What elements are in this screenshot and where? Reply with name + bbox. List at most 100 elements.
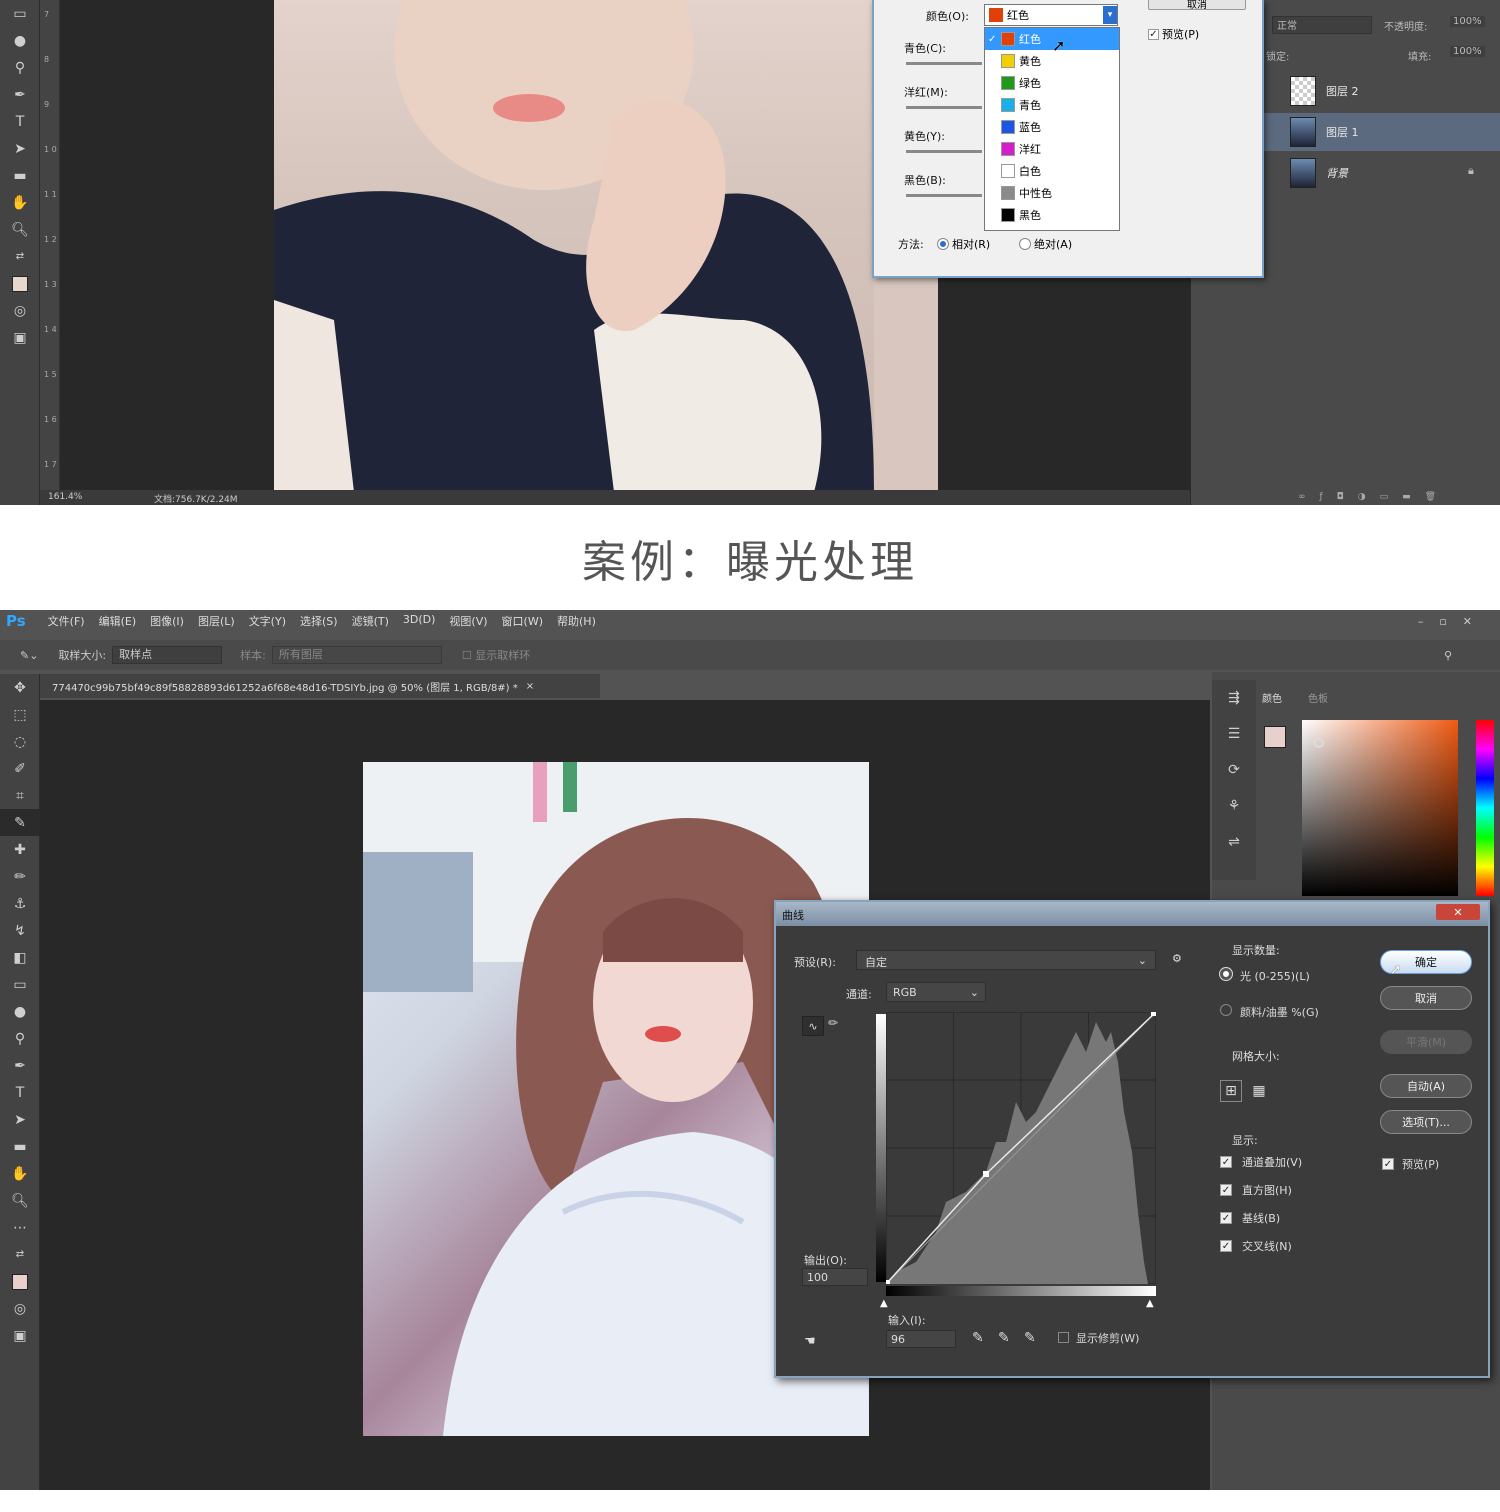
black-point-slider[interactable]: ▲ bbox=[880, 1298, 888, 1309]
foreground-color-swatch[interactable] bbox=[0, 270, 40, 297]
brush-tool-icon[interactable]: ✏ bbox=[0, 863, 40, 890]
blur-tool-icon[interactable]: ● bbox=[0, 27, 40, 54]
preset-select[interactable]: 自定 ⌄ bbox=[856, 950, 1156, 970]
eyedropper-tool-icon[interactable]: ✎ bbox=[0, 809, 40, 836]
black-slider[interactable] bbox=[906, 194, 982, 197]
search-icon[interactable]: ⚲ bbox=[1444, 649, 1452, 662]
channel-select[interactable]: RGB ⌄ bbox=[886, 982, 986, 1002]
gradient-tool-icon[interactable]: ▭ bbox=[0, 0, 40, 27]
menu-item[interactable]: 图像(I) bbox=[150, 613, 184, 629]
show-ring-checkbox[interactable]: ☐ 显示取样环 bbox=[462, 647, 530, 663]
layer-row[interactable]: 背景 🔒︎ bbox=[1262, 154, 1500, 192]
screen-mode-icon[interactable]: ▣ bbox=[0, 1322, 40, 1349]
document-tab[interactable]: 774470c99b75bf49c89f58828893d61252a6f68e… bbox=[40, 674, 600, 698]
pen-tool-icon[interactable]: ✒ bbox=[0, 81, 40, 108]
tab-color[interactable]: 颜色 bbox=[1262, 690, 1282, 705]
curves-titlebar[interactable]: 曲线 ✕ bbox=[776, 902, 1488, 926]
healing-brush-icon[interactable]: ✚ bbox=[0, 836, 40, 863]
white-point-slider[interactable]: ▲ bbox=[1146, 1298, 1154, 1309]
curve-point[interactable] bbox=[1151, 1012, 1156, 1016]
gradient-tool-icon[interactable]: ▭ bbox=[0, 971, 40, 998]
fill-value[interactable]: 100% bbox=[1450, 46, 1485, 57]
swap-colors-icon[interactable]: ⇄ bbox=[0, 243, 40, 270]
color-picker-marker[interactable] bbox=[1314, 738, 1324, 748]
menu-item[interactable]: 窗口(W) bbox=[502, 613, 543, 629]
curve-point[interactable] bbox=[983, 1171, 989, 1177]
show-option-checkbox[interactable]: ✓ 基线(B) bbox=[1220, 1210, 1280, 1226]
smooth-button[interactable]: 平滑(M) bbox=[1380, 1030, 1472, 1054]
marquee-tool-icon[interactable]: ⬚ bbox=[0, 701, 40, 728]
dropdown-option[interactable]: 白色 bbox=[985, 160, 1119, 182]
dropdown-option[interactable]: 蓝色 bbox=[985, 116, 1119, 138]
colors-select[interactable]: 红色 ▾ bbox=[984, 4, 1118, 26]
swap-colors-icon[interactable]: ⇄ bbox=[0, 1241, 40, 1268]
type-tool-icon[interactable]: T bbox=[0, 1079, 40, 1106]
input-field[interactable]: 96 bbox=[886, 1330, 956, 1348]
dodge-tool-icon[interactable]: ⚲ bbox=[0, 1025, 40, 1052]
quick-mask-icon[interactable]: ◎ bbox=[0, 1295, 40, 1322]
blend-mode-select[interactable]: 正常 bbox=[1272, 16, 1372, 34]
adjustments-panel-icon[interactable]: ⇌ bbox=[1212, 824, 1256, 860]
dropdown-option[interactable]: 绿色 bbox=[985, 72, 1119, 94]
color-picker-field[interactable] bbox=[1302, 720, 1458, 896]
foreground-color-swatch[interactable] bbox=[0, 1268, 40, 1295]
layer-row-selected[interactable]: 图层 1 bbox=[1262, 113, 1500, 151]
show-option-checkbox[interactable]: ✓ 通道叠加(V) bbox=[1220, 1154, 1302, 1170]
rectangle-tool-icon[interactable]: ▬ bbox=[0, 162, 40, 189]
menu-item[interactable]: 视图(V) bbox=[449, 613, 487, 629]
menu-item[interactable]: 选择(S) bbox=[300, 613, 338, 629]
relative-radio[interactable]: 相对(R) bbox=[938, 236, 990, 252]
eraser-tool-icon[interactable]: ◧ bbox=[0, 944, 40, 971]
rectangle-tool-icon[interactable]: ▬ bbox=[0, 1133, 40, 1160]
dodge-tool-icon[interactable]: ⚲ bbox=[0, 54, 40, 81]
crop-tool-icon[interactable]: ⌗ bbox=[0, 782, 40, 809]
menu-item[interactable]: 文件(F) bbox=[48, 613, 85, 629]
lasso-tool-icon[interactable]: ◌ bbox=[0, 728, 40, 755]
curve-points-icon[interactable]: ∿ bbox=[802, 1016, 824, 1036]
paths-panel-icon[interactable]: ⟳ bbox=[1212, 752, 1256, 788]
move-tool-icon[interactable]: ✥ bbox=[0, 674, 40, 701]
chevron-down-icon[interactable]: ▾ bbox=[1103, 6, 1117, 24]
gray-eyedropper-icon[interactable]: ✎ bbox=[998, 1330, 1010, 1346]
opacity-value[interactable]: 100% bbox=[1450, 16, 1485, 27]
output-field[interactable]: 100 bbox=[802, 1268, 868, 1286]
eyedropper-icon[interactable]: ✎⌄ bbox=[20, 649, 38, 662]
menu-item[interactable]: 文字(Y) bbox=[249, 613, 286, 629]
curve-point[interactable] bbox=[886, 1280, 890, 1284]
sample-select[interactable]: 所有图层 bbox=[271, 646, 442, 664]
yellow-slider[interactable] bbox=[906, 150, 982, 153]
quick-mask-icon[interactable]: ◎ bbox=[0, 297, 40, 324]
magenta-slider[interactable] bbox=[906, 106, 982, 109]
close-icon[interactable]: ✕ bbox=[1436, 904, 1480, 920]
simple-grid-icon[interactable]: ⊞ bbox=[1220, 1080, 1242, 1102]
zoom-tool-icon[interactable]: 🔍︎ bbox=[0, 216, 40, 243]
close-tab-icon[interactable]: × bbox=[526, 681, 534, 692]
blur-tool-icon[interactable]: ● bbox=[0, 998, 40, 1025]
curves-graph[interactable] bbox=[886, 1012, 1156, 1284]
preset-options-icon[interactable]: ⚙ bbox=[1172, 952, 1182, 965]
screen-mode-icon[interactable]: ▣ bbox=[0, 324, 40, 351]
sample-size-select[interactable]: 取样点 bbox=[112, 646, 223, 664]
dropdown-option[interactable]: 中性色 bbox=[985, 182, 1119, 204]
detailed-grid-icon[interactable]: ▦ bbox=[1248, 1080, 1270, 1102]
dropdown-option[interactable]: 黑色 bbox=[985, 204, 1119, 226]
show-option-checkbox[interactable]: ✓ 交叉线(N) bbox=[1220, 1238, 1292, 1254]
type-tool-icon[interactable]: T bbox=[0, 108, 40, 135]
path-select-icon[interactable]: ➤ bbox=[0, 1106, 40, 1133]
white-eyedropper-icon[interactable]: ✎ bbox=[1024, 1330, 1036, 1346]
show-clipping-checkbox[interactable] bbox=[1058, 1332, 1069, 1343]
preview-checkbox[interactable]: ✓ 预览(P) bbox=[1148, 26, 1199, 42]
history-brush-icon[interactable]: ↯ bbox=[0, 917, 40, 944]
black-eyedropper-icon[interactable]: ✎ bbox=[972, 1330, 984, 1346]
dropdown-option[interactable]: 洋红 bbox=[985, 138, 1119, 160]
menu-item[interactable]: 图层(L) bbox=[198, 613, 235, 629]
layer-row[interactable]: 图层 2 bbox=[1262, 72, 1500, 110]
properties-panel-icon[interactable]: ☰ bbox=[1212, 716, 1256, 752]
options-button[interactable]: 选项(T)... bbox=[1380, 1110, 1472, 1134]
window-controls[interactable]: –▫✕ bbox=[1418, 615, 1488, 628]
more-tools-icon[interactable]: ⋯ bbox=[0, 1214, 40, 1241]
quick-select-icon[interactable]: ✐ bbox=[0, 755, 40, 782]
brush-panel-icon[interactable]: ⚘ bbox=[1212, 788, 1256, 824]
radio-selected-icon[interactable] bbox=[1220, 968, 1232, 980]
menu-item[interactable]: 滤镜(T) bbox=[352, 613, 389, 629]
